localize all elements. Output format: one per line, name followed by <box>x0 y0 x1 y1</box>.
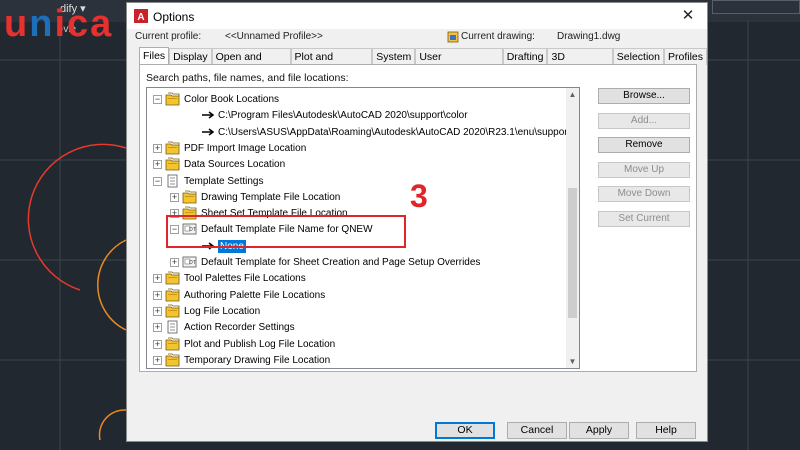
tab-open-and-save[interactable]: Open and Save <box>211 48 291 75</box>
tree-item-label: Authoring Palette File Locations <box>184 289 326 301</box>
scroll-thumb[interactable] <box>568 188 577 318</box>
remove-button[interactable]: Remove <box>598 137 690 153</box>
expand-icon[interactable]: + <box>153 160 162 170</box>
tree-item-label: C:\Users\ASUS\AppData\Roaming\Autodesk\A… <box>218 126 567 138</box>
expand-icon[interactable]: + <box>170 258 179 267</box>
scroll-down-icon[interactable]: ▼ <box>568 357 577 366</box>
expand-icon[interactable]: + <box>153 355 162 365</box>
autocad-app-icon: A <box>134 9 148 23</box>
template-file-icon: DT <box>182 255 198 269</box>
brand-logo: unica <box>4 0 124 48</box>
file-locations-tree[interactable]: − Color Book Locations C:\Program Files\Au… <box>146 87 580 369</box>
current-profile-label: Current profile: <box>135 31 202 42</box>
tree-content: − Color Book Locations C:\Program Files\Au… <box>147 88 567 368</box>
tree-item-label: Default Template File Name for QNEW <box>201 224 373 236</box>
expand-icon[interactable]: + <box>153 274 162 284</box>
tree-item-label: Color Book Locations <box>184 94 280 105</box>
path-arrow-icon <box>201 240 215 252</box>
browse-button[interactable]: Browse... <box>598 88 690 104</box>
folder-stack-icon <box>165 337 181 351</box>
folder-stack-icon <box>165 157 181 171</box>
tree-item-label: Drawing Template File Location <box>201 191 341 203</box>
tree-item-label: Action Recorder Settings <box>184 322 295 334</box>
expand-icon[interactable]: + <box>170 209 179 219</box>
document-icon <box>165 174 181 188</box>
tree-item-label: Log File Location <box>184 305 261 317</box>
path-arrow-icon <box>201 109 215 121</box>
set-current-button[interactable]: Set Current <box>598 211 690 227</box>
apply-button[interactable]: Apply <box>569 422 629 439</box>
collapse-icon[interactable]: − <box>170 225 179 235</box>
folder-stack-icon <box>165 304 181 318</box>
search-paths-label: Search paths, file names, and file locat… <box>146 72 349 84</box>
tree-item-label: Data Sources Location <box>184 159 286 171</box>
dialog-titlebar: A Options ✕ <box>127 3 707 29</box>
tree-item-label: PDF Import Image Location <box>184 142 307 154</box>
current-drawing-value: Drawing1.dwg <box>557 31 621 42</box>
tab-selection[interactable]: Selection <box>612 48 664 65</box>
expand-icon[interactable]: + <box>153 143 162 153</box>
tree-item-label: Temporary Drawing File Location <box>184 354 331 366</box>
tab-files[interactable]: Files <box>139 47 170 65</box>
tree-item-label: C:\Program Files\Autodesk\AutoCAD 2020\s… <box>218 110 468 122</box>
expand-icon[interactable]: + <box>153 323 162 333</box>
folder-stack-icon <box>165 141 181 155</box>
add-button[interactable]: Add... <box>598 113 690 129</box>
svg-text:A: A <box>137 12 144 23</box>
ok-button[interactable]: OK <box>435 422 495 439</box>
current-profile-value: <<Unnamed Profile>> <box>225 31 323 42</box>
expand-icon[interactable]: + <box>153 306 162 316</box>
tree-item-label: None <box>217 238 247 254</box>
dialog-footer: OK Cancel Apply Help <box>127 411 707 441</box>
folder-stack-icon <box>165 92 181 106</box>
move-up-button[interactable]: Move Up <box>598 162 690 178</box>
svg-text:DT: DT <box>189 260 196 266</box>
logo-text: unica <box>4 3 114 45</box>
folder-stack-icon <box>182 206 198 220</box>
close-icon[interactable]: ✕ <box>673 5 703 27</box>
dialog-title: Options <box>153 10 195 24</box>
tab-plot-and-publish[interactable]: Plot and Publish <box>290 48 373 75</box>
folder-stack-icon <box>165 353 181 367</box>
tab-3d-modeling[interactable]: 3D Modeling <box>547 48 613 75</box>
collapse-icon[interactable]: − <box>153 176 162 186</box>
drawing-file-icon <box>447 31 459 43</box>
options-tabbar: Files Display Open and Save Plot and Pub… <box>139 47 707 75</box>
options-dialog: A Options ✕ Current profile: <<Unnamed P… <box>126 2 708 442</box>
tree-item-label: Plot and Publish Log File Location <box>184 338 336 350</box>
tree-item-label: Tool Palettes File Locations <box>184 273 306 285</box>
tab-display[interactable]: Display <box>169 48 212 65</box>
tab-system[interactable]: System <box>372 48 416 65</box>
cancel-button[interactable]: Cancel <box>507 422 567 439</box>
svg-text:DT: DT <box>189 227 196 233</box>
tree-item-label: Template Settings <box>184 175 264 187</box>
tree-scrollbar[interactable]: ▲ ▼ <box>566 88 579 368</box>
folder-stack-icon <box>165 288 181 302</box>
scroll-up-icon[interactable]: ▲ <box>568 90 577 99</box>
template-file-icon: DT <box>182 222 198 236</box>
collapse-icon[interactable]: − <box>153 95 162 104</box>
path-arrow-icon <box>201 126 215 138</box>
folder-stack-icon <box>165 271 181 285</box>
files-tab-panel: Search paths, file names, and file locat… <box>139 64 697 372</box>
move-down-button[interactable]: Move Down <box>598 186 690 202</box>
document-icon <box>165 320 181 334</box>
expand-icon[interactable]: + <box>153 290 162 300</box>
tab-profiles[interactable]: Profiles <box>663 48 707 65</box>
tab-drafting[interactable]: Drafting <box>502 48 548 65</box>
tree-item-label: Sheet Set Template File Location <box>201 208 348 220</box>
tab-user-preferences[interactable]: User Preferences <box>415 48 503 75</box>
step-number-label: 3 <box>410 178 428 214</box>
tree-item-label: Default Template for Sheet Creation and … <box>201 257 481 268</box>
help-button[interactable]: Help <box>636 422 696 439</box>
expand-icon[interactable]: + <box>153 339 162 349</box>
expand-icon[interactable]: + <box>170 192 179 202</box>
current-drawing-label: Current drawing: <box>461 31 535 42</box>
folder-stack-icon <box>182 190 198 204</box>
